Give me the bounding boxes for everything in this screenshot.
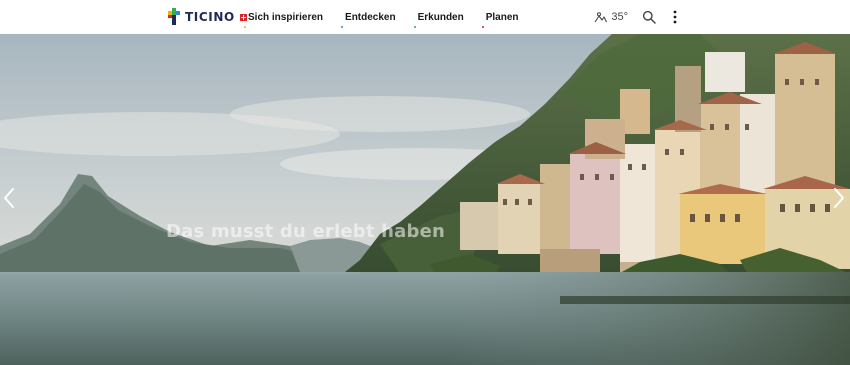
weather-icon [594, 11, 608, 22]
nav-item-planen[interactable]: Planen [481, 11, 519, 28]
hero-image [0, 34, 850, 365]
logo-text: TICINO [185, 10, 235, 24]
weather-widget[interactable]: 35° [594, 11, 628, 23]
nav-dot [244, 25, 246, 28]
nav-dot [481, 25, 484, 28]
nav-dot [341, 25, 344, 28]
header-utilities: 35° [594, 0, 678, 34]
hero-carousel: Das musst du erlebt haben [0, 34, 850, 365]
nav-label: Entdecken [345, 11, 396, 23]
nav-label: Planen [485, 11, 519, 23]
main-nav: Sich inspirieren Entdecken Erkunden Plan… [244, 0, 541, 34]
ticino-logo-icon [168, 8, 180, 25]
swiss-flag-icon [239, 13, 247, 21]
hero-title: Das musst du erlebt haben [166, 221, 445, 242]
weather-temperature: 35° [611, 11, 628, 23]
more-vertical-icon[interactable] [672, 10, 678, 24]
nav-item-sich-inspirieren[interactable]: Sich inspirieren [244, 11, 324, 28]
ticino-logo[interactable]: TICINO [166, 7, 247, 27]
nav-dot [413, 25, 416, 28]
nav-label: Erkunden [417, 11, 464, 23]
search-icon[interactable] [642, 10, 656, 24]
chevron-left-icon[interactable] [2, 186, 16, 210]
nav-item-erkunden[interactable]: Erkunden [413, 11, 464, 28]
nav-item-entdecken[interactable]: Entdecken [341, 11, 396, 28]
nav-label: Sich inspirieren [248, 11, 324, 23]
site-header: TICINO Sich inspirieren Entdecken Erkund… [0, 0, 850, 34]
chevron-right-icon[interactable] [832, 186, 846, 210]
